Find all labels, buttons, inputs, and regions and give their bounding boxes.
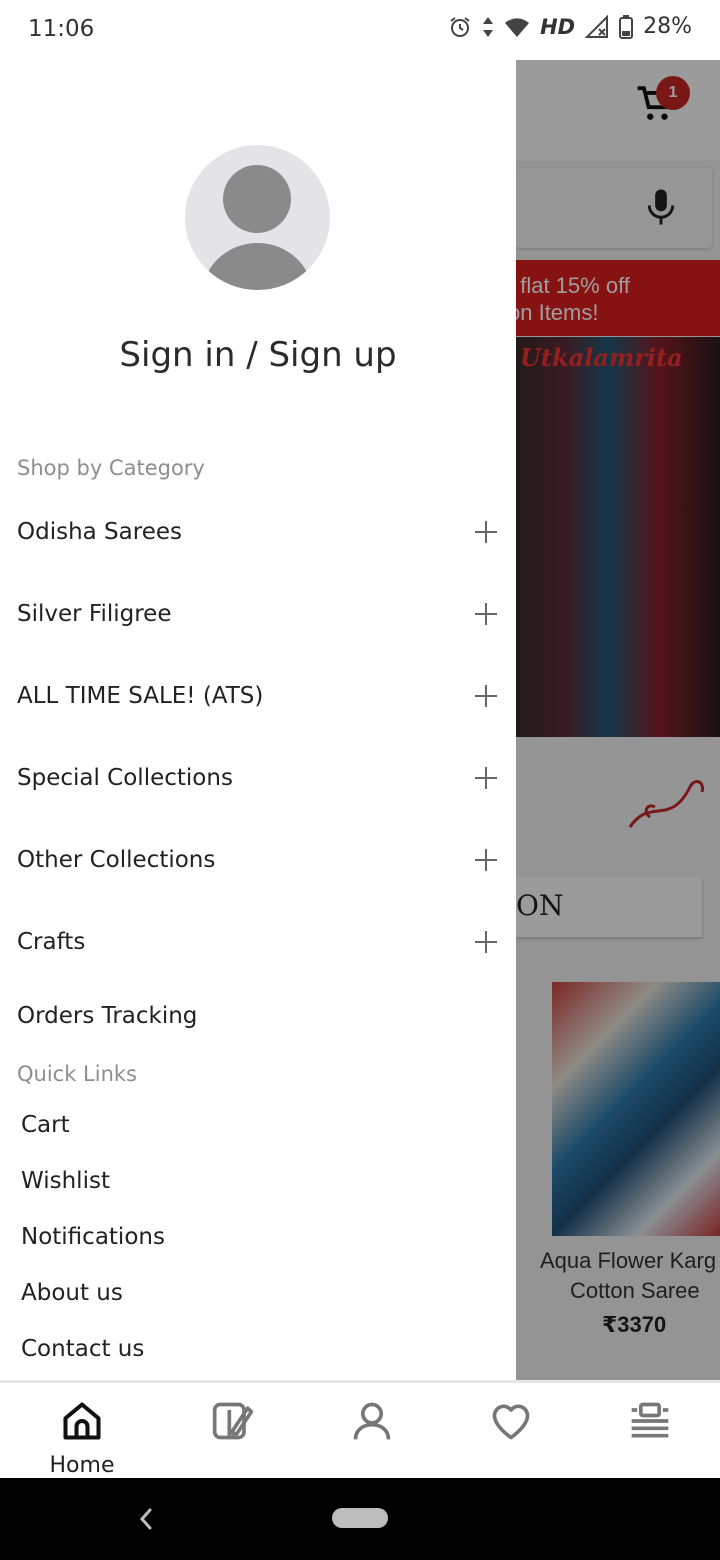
quick-links-label: Quick Links bbox=[17, 1062, 138, 1086]
nav-wishlist[interactable] bbox=[461, 1395, 561, 1475]
category-silver-filigree[interactable]: Silver Filigree bbox=[0, 599, 516, 681]
category-crafts[interactable]: Crafts bbox=[0, 927, 516, 1009]
category-label: Other Collections bbox=[17, 847, 216, 873]
drawer-scrim[interactable] bbox=[516, 60, 720, 1380]
avatar[interactable] bbox=[185, 145, 330, 290]
category-other-collections[interactable]: Other Collections bbox=[0, 845, 516, 927]
expand-plus-icon[interactable] bbox=[475, 767, 497, 789]
status-icons: HD 28% bbox=[448, 14, 692, 39]
wifi-icon bbox=[505, 17, 530, 37]
category-all-time-sale[interactable]: ALL TIME SALE! (ATS) bbox=[0, 681, 516, 763]
category-label: Crafts bbox=[17, 929, 86, 955]
bottom-navigation: Home bbox=[0, 1380, 720, 1478]
shop-by-category-label: Shop by Category bbox=[17, 456, 205, 480]
nav-account[interactable] bbox=[322, 1395, 422, 1475]
network-type: HD bbox=[540, 14, 576, 39]
menu-list-icon bbox=[631, 1402, 669, 1438]
back-icon[interactable] bbox=[136, 1504, 156, 1534]
status-bar: 11:06 HD 28% bbox=[0, 0, 720, 60]
quick-link-cart[interactable]: Cart bbox=[21, 1110, 70, 1140]
category-label: ALL TIME SALE! (ATS) bbox=[17, 683, 264, 709]
category-odisha-sarees[interactable]: Odisha Sarees bbox=[0, 517, 516, 599]
navigation-drawer: Sign in / Sign up Shop by Category Odish… bbox=[0, 60, 516, 1380]
quick-link-about-us[interactable]: About us bbox=[21, 1278, 123, 1308]
expand-plus-icon[interactable] bbox=[475, 849, 497, 871]
expand-plus-icon[interactable] bbox=[475, 685, 497, 707]
home-icon bbox=[63, 1402, 101, 1440]
expand-plus-icon[interactable] bbox=[475, 521, 497, 543]
sign-in-link[interactable]: Sign in / Sign up bbox=[0, 335, 516, 375]
system-navigation-bar bbox=[0, 1478, 720, 1560]
nav-home-label: Home bbox=[49, 1453, 115, 1478]
nav-more[interactable] bbox=[600, 1395, 700, 1475]
alarm-icon bbox=[450, 16, 470, 37]
nav-catalog[interactable] bbox=[183, 1395, 283, 1475]
signal-icon bbox=[585, 14, 609, 38]
category-label: Special Collections bbox=[17, 765, 233, 791]
wishlist-heart-icon bbox=[492, 1404, 530, 1440]
category-label: Silver Filigree bbox=[17, 601, 172, 627]
account-icon bbox=[353, 1402, 391, 1440]
battery-level: 28% bbox=[643, 14, 692, 39]
quick-link-contact-us[interactable]: Contact us bbox=[21, 1334, 144, 1364]
quick-link-notifications[interactable]: Notifications bbox=[21, 1222, 165, 1252]
category-special-collections[interactable]: Special Collections bbox=[0, 763, 516, 845]
quick-link-wishlist[interactable]: Wishlist bbox=[21, 1166, 110, 1196]
avatar-head bbox=[223, 165, 291, 233]
orders-tracking-link[interactable]: Orders Tracking bbox=[17, 1001, 197, 1031]
battery-icon bbox=[619, 14, 634, 39]
catalog-icon bbox=[212, 1402, 254, 1440]
avatar-body bbox=[201, 243, 314, 290]
category-label: Odisha Sarees bbox=[17, 519, 182, 545]
nav-home[interactable]: Home bbox=[32, 1395, 132, 1478]
expand-plus-icon[interactable] bbox=[475, 603, 497, 625]
expand-plus-icon[interactable] bbox=[475, 931, 497, 953]
status-time: 11:06 bbox=[28, 16, 95, 42]
data-arrows-icon bbox=[483, 16, 494, 37]
home-pill[interactable] bbox=[332, 1508, 388, 1528]
